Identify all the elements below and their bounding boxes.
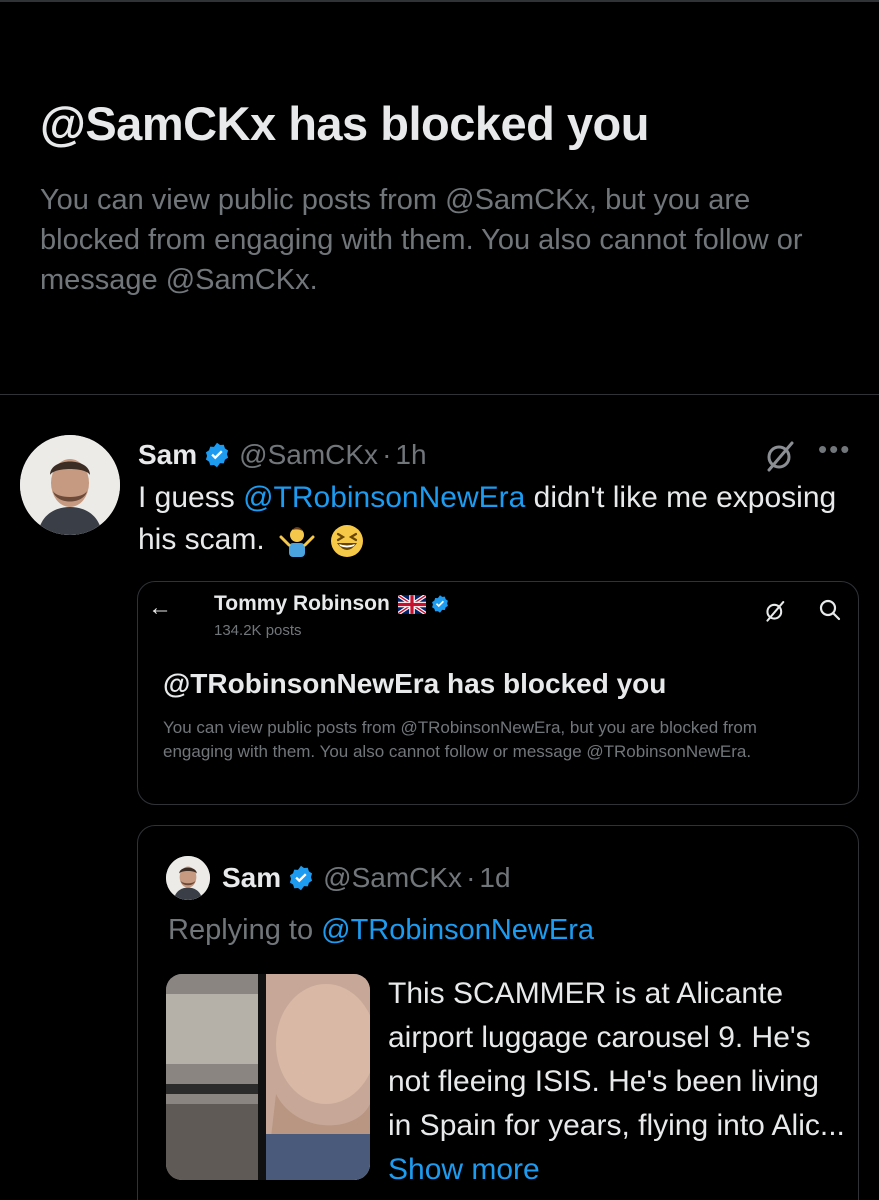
- quoted-post-body: This SCAMMER is at Alicante airport lugg…: [388, 977, 845, 1142]
- avatar[interactable]: [20, 435, 120, 535]
- mention-link[interactable]: @TRobinsonNewEra: [243, 481, 525, 514]
- man-shrugging-emoji-icon: [279, 527, 315, 558]
- post-text: I guess @TRobinsonNewEra didn't like me …: [138, 477, 838, 561]
- quoted-post[interactable]: Sam @SamCKx · 1d Replying to @TRobinsonN…: [137, 825, 859, 1200]
- embedded-screenshot[interactable]: ← Tommy Robinson 134.2K posts @TRobinson…: [137, 581, 859, 805]
- post-header: Sam @SamCKx · 1h: [138, 435, 427, 475]
- embedded-posts-count: 134.2K posts: [214, 622, 302, 639]
- replying-to-mention[interactable]: @TRobinsonNewEra: [321, 914, 594, 946]
- back-arrow-icon: ←: [148, 594, 172, 621]
- replying-to: Replying to @TRobinsonNewEra: [168, 914, 594, 947]
- top-divider: [0, 0, 879, 2]
- quoted-media-thumbnail[interactable]: [166, 974, 370, 1180]
- embedded-block-description: You can view public posts from @TRobinso…: [163, 718, 757, 761]
- more-options-icon[interactable]: •••: [818, 436, 858, 469]
- quoted-post-header: Sam @SamCKx · 1d: [166, 856, 511, 900]
- author-name[interactable]: Sam: [138, 439, 197, 471]
- separator-dot: ·: [382, 439, 392, 470]
- post[interactable]: Sam @SamCKx · 1h ••• I guess @TRobinsonN…: [0, 395, 879, 1200]
- show-more-link[interactable]: Show more: [388, 1153, 540, 1186]
- verified-badge-icon: [206, 442, 229, 468]
- author-handle[interactable]: @SamCKx: [239, 439, 378, 471]
- embedded-grok-icon: [766, 601, 785, 622]
- block-notice-title: @SamCKx has blocked you: [40, 97, 649, 150]
- embedded-search-icon: [819, 599, 841, 621]
- embedded-verified-badge-icon: [431, 595, 448, 613]
- quoted-post-text: This SCAMMER is at Alicante airport lugg…: [388, 972, 848, 1192]
- block-notice-description: You can view public posts from @SamCKx, …: [40, 184, 803, 296]
- quoted-verified-badge-icon: [290, 865, 313, 891]
- quoted-author-handle[interactable]: @SamCKx: [323, 862, 462, 894]
- replying-prefix: Replying to: [168, 914, 322, 946]
- union-jack-flag-icon: [397, 594, 426, 614]
- embedded-profile-name: Tommy Robinson: [214, 592, 390, 615]
- quoted-separator-dot: ·: [466, 862, 476, 893]
- post-text-before: I guess: [138, 481, 244, 514]
- embedded-block-title: @TRobinsonNewEra has blocked you: [163, 668, 667, 699]
- block-notice: @SamCKx has blocked you You can view pub…: [40, 92, 840, 300]
- post-time[interactable]: 1h: [395, 439, 426, 471]
- embedded-profile-name-row: Tommy Robinson: [214, 592, 450, 616]
- grok-icon[interactable]: [764, 440, 796, 472]
- quoted-author-name[interactable]: Sam: [222, 862, 281, 894]
- quoted-avatar[interactable]: [166, 856, 210, 900]
- quoted-post-time[interactable]: 1d: [479, 862, 510, 894]
- grinning-squinting-face-emoji-icon: [331, 525, 364, 558]
